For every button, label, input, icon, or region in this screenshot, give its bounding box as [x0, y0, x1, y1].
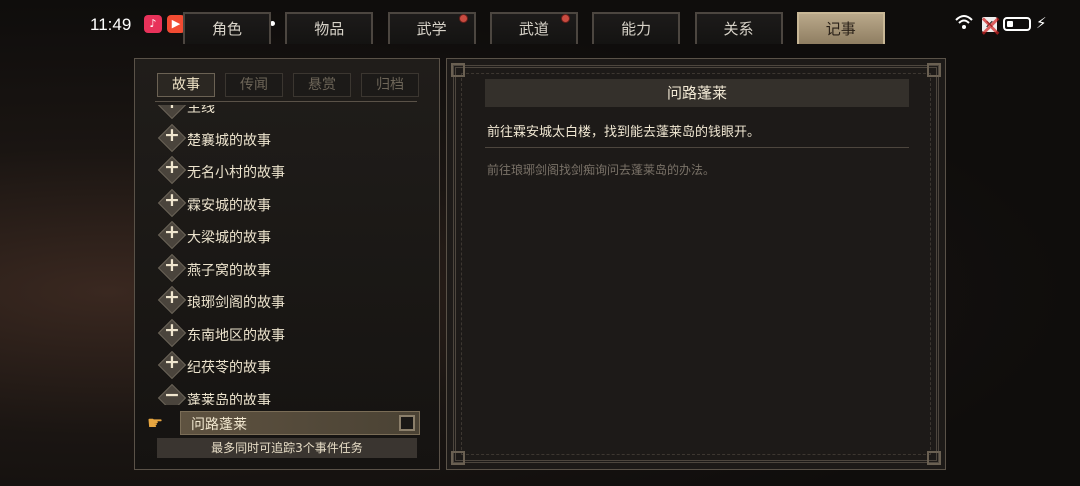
story-category-item[interactable]: + 大梁城的故事 [155, 220, 415, 251]
story-category-item[interactable]: + 东南地区的故事 [155, 318, 415, 349]
tab-label: 武学 [416, 20, 447, 38]
plus-icon[interactable]: + [159, 105, 185, 113]
subtab-0[interactable]: 故事 [157, 73, 215, 97]
minus-icon[interactable]: − [159, 384, 185, 406]
tab-label: 记事 [825, 20, 856, 38]
tab-4[interactable]: 能力 [592, 12, 681, 44]
clock: 11:49 [90, 15, 132, 34]
plus-icon[interactable]: + [159, 221, 185, 243]
quest-hint: 前往琅琊剑阁找剑痴询问去蓬莱岛的办法。 [487, 163, 716, 177]
story-list-panel: 故事传闻悬赏归档 +主线+楚襄城的故事+无名小村的故事+霖安城的故事+大梁城的故… [134, 58, 440, 470]
story-category-label: 纪茯苓的故事 [187, 360, 271, 376]
subtab-3[interactable]: 归档 [361, 73, 419, 97]
story-category-label: 楚襄城的故事 [187, 132, 271, 149]
tab-5[interactable]: 关系 [694, 12, 783, 44]
story-category-label: 大梁城的故事 [187, 230, 271, 246]
music-app-icon: ♪ [144, 15, 162, 33]
story-category-item[interactable]: + 楚襄城的故事 [155, 123, 415, 154]
quest-description: 前往霖安城太白楼，找到能去蓬莱岛的钱眼开。 [487, 125, 761, 140]
tab-0[interactable]: 角色 [183, 12, 271, 44]
story-category-item[interactable]: +主线 [155, 105, 415, 121]
divider [155, 101, 417, 102]
selected-quest-row[interactable]: 问路蓬莱 [180, 411, 420, 435]
plus-icon[interactable]: + [159, 156, 185, 178]
story-category-label: 主线 [187, 105, 215, 116]
story-category-label: 霖安城的故事 [187, 197, 271, 214]
story-category-label: 燕子窝的故事 [187, 262, 271, 279]
story-category-item[interactable]: − 蓬莱岛的故事 [155, 383, 415, 406]
story-category-item[interactable]: + 燕子窝的故事 [155, 253, 415, 284]
story-category-label: 琅琊剑阁的故事 [187, 295, 285, 311]
quest-detail-panel: 问路蓬莱 前往霖安城太白楼，找到能去蓬莱岛的钱眼开。 前往琅琊剑阁找剑痴询问去蓬… [446, 58, 946, 470]
story-category-item[interactable]: + 无名小村的故事 [155, 155, 415, 186]
story-category-item[interactable]: + 纪茯苓的故事 [155, 350, 415, 381]
plus-icon[interactable]: + [159, 319, 185, 341]
corner-ornament-icon [927, 63, 941, 77]
subtab-1[interactable]: 传闻 [225, 73, 283, 97]
subtab-2[interactable]: 悬赏 [293, 73, 351, 97]
selected-quest-label: 问路蓬莱 [191, 417, 247, 433]
battery-icon [1003, 17, 1031, 31]
pointer-hand-icon: ☛ [147, 413, 164, 434]
plus-icon[interactable]: + [159, 124, 185, 146]
wifi-icon [954, 14, 974, 34]
corner-ornament-icon [451, 451, 465, 465]
tab-label: 物品 [314, 20, 345, 38]
tab-label: 能力 [621, 20, 652, 38]
tab-label: 关系 [723, 20, 754, 38]
story-category-label: 无名小村的故事 [187, 165, 285, 181]
story-category-item[interactable]: + 霖安城的故事 [155, 188, 415, 219]
tab-label: 角色 [211, 20, 242, 38]
notification-badge-icon [458, 14, 468, 23]
tab-3[interactable]: 武道 [489, 12, 578, 44]
story-category-label: 东南地区的故事 [187, 327, 285, 344]
tab-2[interactable]: 武学 [387, 12, 476, 44]
plus-icon[interactable]: + [159, 189, 185, 211]
corner-ornament-icon [451, 63, 465, 77]
tab-1[interactable]: 物品 [285, 12, 374, 44]
overlay-cross-icon: ✕ [978, 10, 1004, 45]
story-category-item[interactable]: + 琅琊剑阁的故事 [155, 285, 415, 316]
tab-label: 武道 [518, 20, 549, 38]
notification-badge-icon [560, 14, 570, 23]
plus-icon[interactable]: + [159, 351, 185, 373]
charging-icon: ⚡ [1036, 14, 1047, 32]
tracking-limit-note: 最多同时可追踪3个事件任务 [157, 438, 417, 458]
story-category-label: 蓬莱岛的故事 [187, 392, 271, 406]
story-list: +主线+楚襄城的故事+无名小村的故事+霖安城的故事+大梁城的故事+燕子窝的故事+… [155, 105, 425, 405]
plus-icon[interactable]: + [159, 254, 185, 276]
track-checkbox[interactable] [399, 415, 415, 431]
corner-ornament-icon [927, 451, 941, 465]
quest-title: 问路蓬莱 [485, 79, 909, 107]
plus-icon[interactable]: + [159, 286, 185, 308]
tab-6[interactable]: 记事 [796, 12, 885, 44]
divider [485, 147, 909, 148]
